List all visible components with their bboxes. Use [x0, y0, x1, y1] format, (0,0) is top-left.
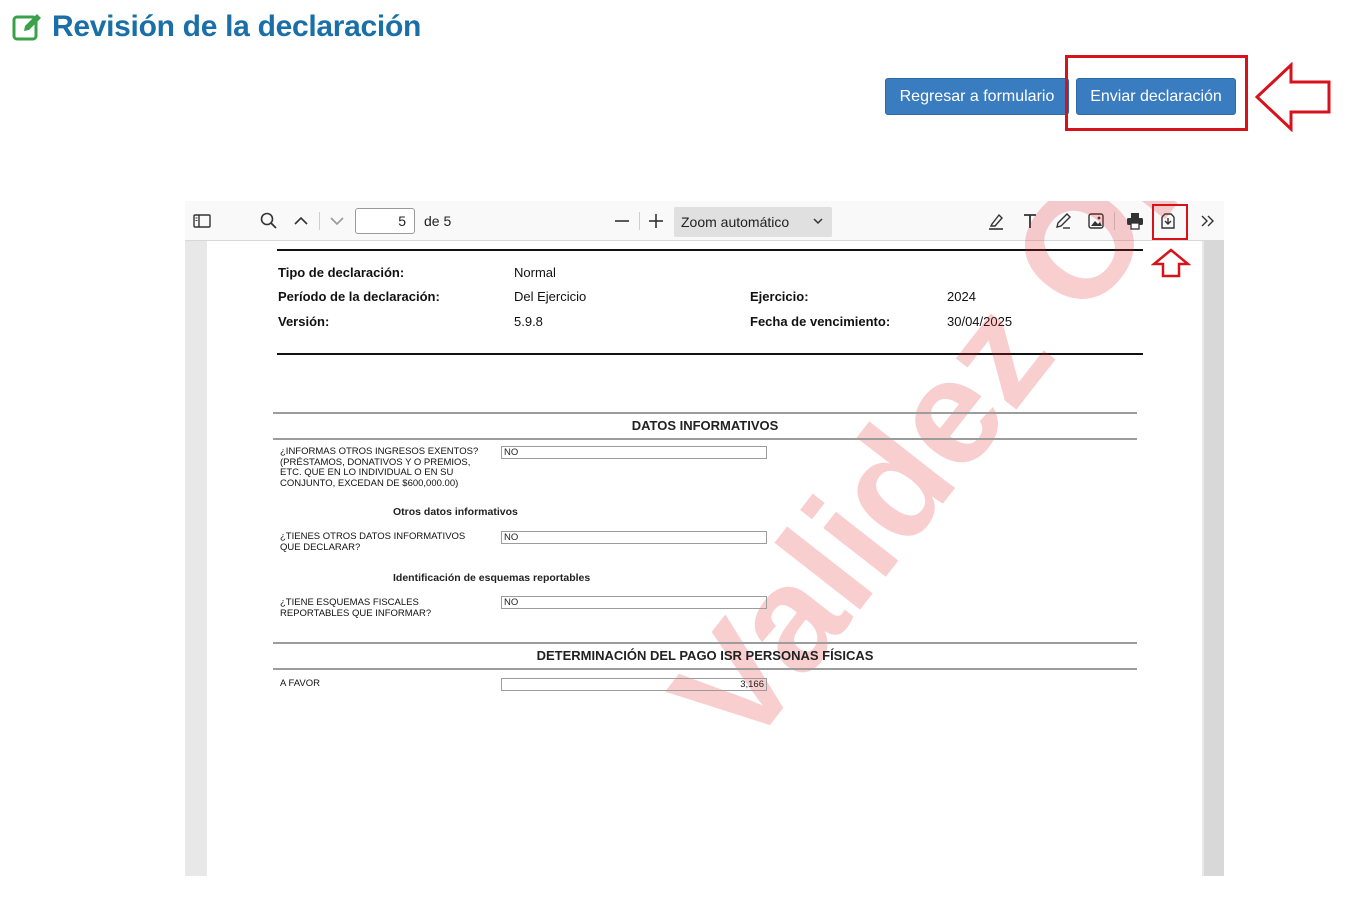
page-number-input[interactable]: 5	[355, 208, 415, 234]
zoom-in-icon[interactable]	[645, 210, 667, 232]
page-total-label: de 5	[424, 213, 452, 229]
next-page-icon[interactable]	[326, 210, 348, 232]
watermark: Validez Oficial	[638, 201, 1224, 776]
answer-esquemas: NO	[501, 596, 767, 609]
pdf-viewer: 5 de 5 Zoom automático Tipo de declaraci…	[185, 201, 1224, 876]
zoom-select-value: Zoom automático	[681, 214, 790, 230]
label-version: Versión:	[278, 314, 330, 329]
answer-a-favor: 3,166	[501, 678, 767, 691]
answer-otros-datos: NO	[501, 531, 767, 544]
label-ejercicio: Ejercicio:	[750, 289, 809, 304]
section-divider	[273, 668, 1137, 670]
label-tipo: Tipo de declaración:	[278, 265, 405, 280]
question-esquemas: ¿TIENE ESQUEMAS FISCALES REPORTABLES QUE…	[280, 597, 432, 619]
section-title-datos: DATOS INFORMATIVOS	[631, 418, 779, 433]
value-periodo: Del Ejercicio	[514, 289, 587, 304]
answer-ingresos: NO	[501, 446, 767, 459]
download-button-highlight	[1152, 204, 1188, 240]
value-version: 5.9.8	[514, 314, 543, 329]
arrow-left-annotation-icon	[1255, 62, 1331, 132]
search-icon[interactable]	[258, 210, 280, 232]
label-fecha: Fecha de vencimiento:	[750, 314, 891, 329]
subsection-otros-datos: Otros datos informativos	[393, 506, 518, 518]
page-title: Revisión de la declaración	[12, 10, 421, 44]
toolbar-separator	[319, 212, 320, 230]
question-ingresos: ¿INFORMAS OTROS INGRESOS EXENTOS? (PRÉST…	[280, 446, 479, 489]
page-title-text: Revisión de la declaración	[52, 10, 422, 43]
previous-page-icon[interactable]	[290, 210, 312, 232]
subsection-esquemas: Identificación de esquemas reportables	[393, 572, 591, 584]
viewer-scrollbar[interactable]	[1204, 241, 1224, 876]
edit-icon	[12, 14, 41, 41]
section-divider	[273, 412, 1137, 414]
label-periodo: Período de la declaración:	[278, 289, 440, 304]
value-tipo: Normal	[514, 265, 556, 280]
section-title-isr: DETERMINACIÓN DEL PAGO ISR PERSONAS FÍSI…	[536, 648, 874, 663]
section-divider	[273, 642, 1137, 644]
section-divider	[273, 438, 1137, 440]
question-a-favor: A FAVOR	[280, 678, 320, 689]
sidebar-toggle-icon[interactable]	[191, 210, 213, 232]
zoom-select[interactable]: Zoom automático	[674, 207, 832, 237]
zoom-out-icon[interactable]	[611, 210, 633, 232]
pdf-page: Tipo de declaración: Normal Período de l…	[207, 201, 1224, 876]
back-to-form-button[interactable]: Regresar a formulario	[885, 78, 1069, 115]
question-otros-datos: ¿TIENES OTROS DATOS INFORMATIVOS QUE DEC…	[280, 531, 466, 553]
toolbar-separator	[639, 212, 640, 230]
send-button-highlight	[1065, 55, 1248, 131]
arrow-up-annotation-icon	[1151, 248, 1191, 278]
